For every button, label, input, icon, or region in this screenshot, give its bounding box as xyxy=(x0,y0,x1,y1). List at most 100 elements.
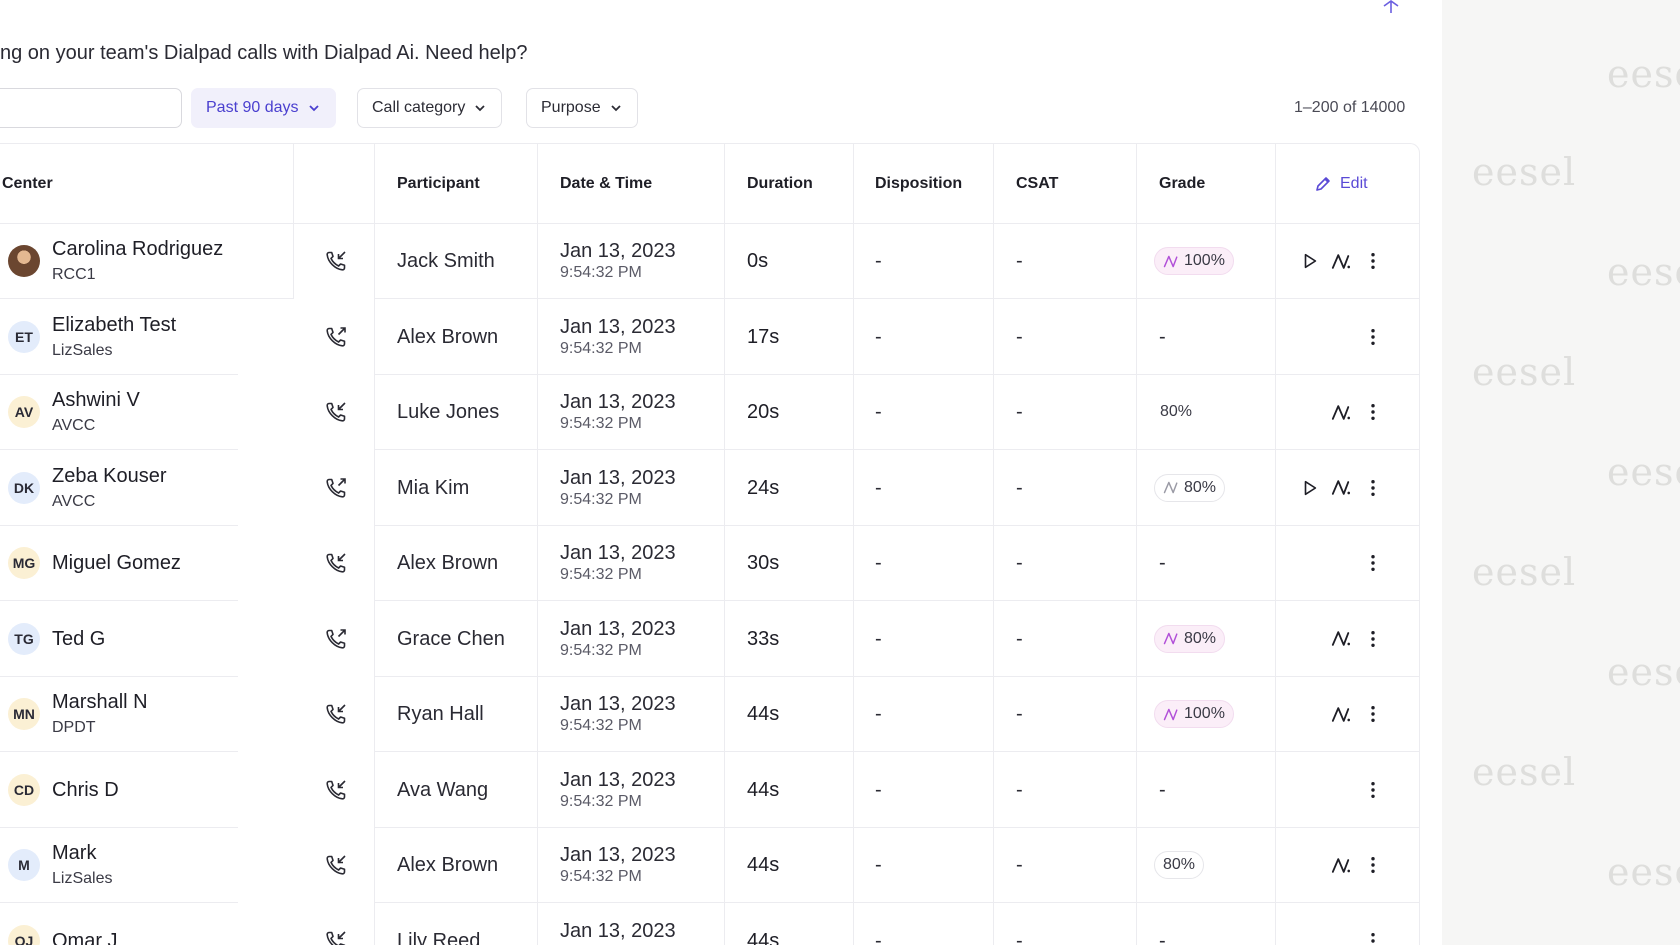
ai-button[interactable] xyxy=(1329,627,1353,651)
table-row[interactable]: Carolina Rodriguez RCC1 Jack Smith Jan 13, … xyxy=(0,224,1419,299)
grade-badge[interactable]: 100% xyxy=(1154,700,1234,728)
grade-value: 100% xyxy=(1184,252,1225,269)
agent-name[interactable]: Elizabeth Test xyxy=(52,314,176,337)
disposition-value: - xyxy=(875,703,882,725)
watermark-text: eesel xyxy=(1472,150,1577,194)
header-center[interactable]: Center xyxy=(2,144,53,223)
edit-columns-button[interactable]: Edit xyxy=(1314,144,1368,223)
grade-badge[interactable]: 100% xyxy=(1154,247,1234,275)
call-date: Jan 13, 2023 xyxy=(560,768,676,791)
table-row[interactable]: TG Ted G Grace Chen Jan 13, 2023 9:54:32 PM 3… xyxy=(0,602,1419,677)
table-row[interactable]: ET Elizabeth Test LizSales Alex Brown Jan 13… xyxy=(0,300,1419,375)
sparkle-icon[interactable] xyxy=(1380,0,1402,14)
ai-button[interactable] xyxy=(1329,853,1353,877)
agent-name[interactable]: Marshall N xyxy=(52,691,148,714)
grade-value: - xyxy=(1159,778,1166,801)
call-time: 9:54:32 PM xyxy=(560,641,642,659)
grade-badge[interactable]: 80% xyxy=(1154,624,1226,653)
ai-button[interactable] xyxy=(1329,400,1353,424)
outgoing-call-icon xyxy=(324,476,348,500)
incoming-call-icon xyxy=(324,702,348,726)
participant-name[interactable]: Lily Reed xyxy=(397,930,480,945)
avatar: TG xyxy=(8,622,40,655)
agent-name[interactable]: Chris D xyxy=(52,779,119,802)
agent-name[interactable]: Zeba Kouser xyxy=(52,465,167,488)
agent-name[interactable]: Carolina Rodriguez xyxy=(52,238,223,261)
more-button[interactable] xyxy=(1361,551,1385,575)
more-button[interactable] xyxy=(1361,249,1385,273)
more-button[interactable] xyxy=(1361,929,1385,945)
table-row[interactable]: MN Marshall N DPDT Ryan Hall Jan 13, 2023 9:5… xyxy=(0,677,1419,752)
ai-grade-icon xyxy=(1163,632,1179,645)
filter-date-range[interactable]: Past 90 days xyxy=(191,88,336,128)
table-row[interactable]: MG Miguel Gomez Alex Brown Jan 13, 2023 9:54… xyxy=(0,526,1419,601)
chevron-down-icon xyxy=(610,105,621,112)
call-date: Jan 13, 2023 xyxy=(560,844,676,866)
agent-name[interactable]: Omar J xyxy=(52,930,118,945)
more-icon xyxy=(1370,781,1376,799)
grade-value: - xyxy=(1159,552,1166,574)
agent-name[interactable]: Ted G xyxy=(52,628,105,651)
agent-team: LizSales xyxy=(52,341,113,359)
calls-table: Center Participant Date & Time Duration … xyxy=(0,143,1420,945)
more-button[interactable] xyxy=(1361,400,1385,424)
participant-name[interactable]: Jack Smith xyxy=(397,250,495,273)
incoming-call-icon xyxy=(324,400,348,424)
participant-name[interactable]: Ryan Hall xyxy=(397,703,484,726)
grade-badge[interactable]: 80% xyxy=(1154,473,1226,502)
participant-name[interactable]: Alex Brown xyxy=(397,326,498,349)
header-datetime[interactable]: Date & Time xyxy=(560,144,652,223)
header-disposition[interactable]: Disposition xyxy=(875,144,962,223)
avatar: MG xyxy=(8,547,40,579)
header-csat[interactable]: CSAT xyxy=(1016,144,1058,223)
participant-name[interactable]: Grace Chen xyxy=(397,628,505,651)
table-row[interactable]: CD Chris D Ava Wang Jan 13, 2023 9:54:32 PM 4… xyxy=(0,753,1419,828)
header-participant[interactable]: Participant xyxy=(397,144,480,223)
more-button[interactable] xyxy=(1361,476,1385,500)
more-button[interactable] xyxy=(1361,702,1385,726)
call-time: 9:54:32 PM xyxy=(560,490,642,508)
filter-purpose[interactable]: Purpose xyxy=(526,88,638,128)
ai-button[interactable] xyxy=(1329,249,1353,273)
csat-value: - xyxy=(1016,929,1023,945)
avatar xyxy=(8,245,40,277)
call-duration: 20s xyxy=(747,401,780,423)
header-duration[interactable]: Duration xyxy=(747,144,813,223)
table-row[interactable]: DK Zeba Kouser AVCC Mia Kim Jan 13, 2023 9:54… xyxy=(0,451,1419,526)
more-button[interactable] xyxy=(1361,325,1385,349)
table-row[interactable]: M Mark LizSales Alex Brown Jan 13, 2023 9:54:… xyxy=(0,828,1419,903)
avatar: DK xyxy=(8,471,40,504)
header-grade[interactable]: Grade xyxy=(1159,144,1205,223)
play-button[interactable] xyxy=(1298,476,1322,500)
more-button[interactable] xyxy=(1361,778,1385,802)
table-row[interactable]: OJ Omar J Lily Reed Jan 13, 2023 44s - - - xyxy=(0,904,1419,945)
more-icon xyxy=(1370,705,1376,723)
ai-button[interactable] xyxy=(1329,702,1353,726)
play-icon xyxy=(1301,479,1319,497)
more-button[interactable] xyxy=(1361,627,1385,651)
participant-name[interactable]: Alex Brown xyxy=(397,552,498,575)
agent-name[interactable]: Mark xyxy=(52,842,96,865)
ai-button[interactable] xyxy=(1329,476,1353,500)
grade-badge[interactable]: 80% xyxy=(1154,851,1205,879)
filter-label: Past 90 days xyxy=(206,99,299,116)
avatar: ET xyxy=(8,320,40,353)
search-input[interactable] xyxy=(0,88,182,128)
filter-label: Purpose xyxy=(541,99,601,116)
csat-value: - xyxy=(1016,703,1023,725)
watermark-text: eesel xyxy=(1607,650,1680,694)
more-button[interactable] xyxy=(1361,853,1385,877)
participant-name[interactable]: Luke Jones xyxy=(397,401,499,424)
ai-grade-icon xyxy=(1163,708,1179,721)
grade-value: 100% xyxy=(1184,705,1225,722)
agent-name[interactable]: Ashwini V xyxy=(52,389,140,412)
participant-name[interactable]: Ava Wang xyxy=(397,779,488,802)
play-button[interactable] xyxy=(1298,249,1322,273)
call-duration: 0s xyxy=(747,250,769,272)
filter-call-category[interactable]: Call category xyxy=(357,88,503,128)
grade-badge[interactable]: 80% xyxy=(1154,398,1198,426)
table-row[interactable]: AV Ashwini V AVCC Luke Jones Jan 13, 2023 9:5… xyxy=(0,375,1419,450)
participant-name[interactable]: Mia Kim xyxy=(397,477,469,500)
participant-name[interactable]: Alex Brown xyxy=(397,854,498,877)
agent-name[interactable]: Miguel Gomez xyxy=(52,552,181,575)
